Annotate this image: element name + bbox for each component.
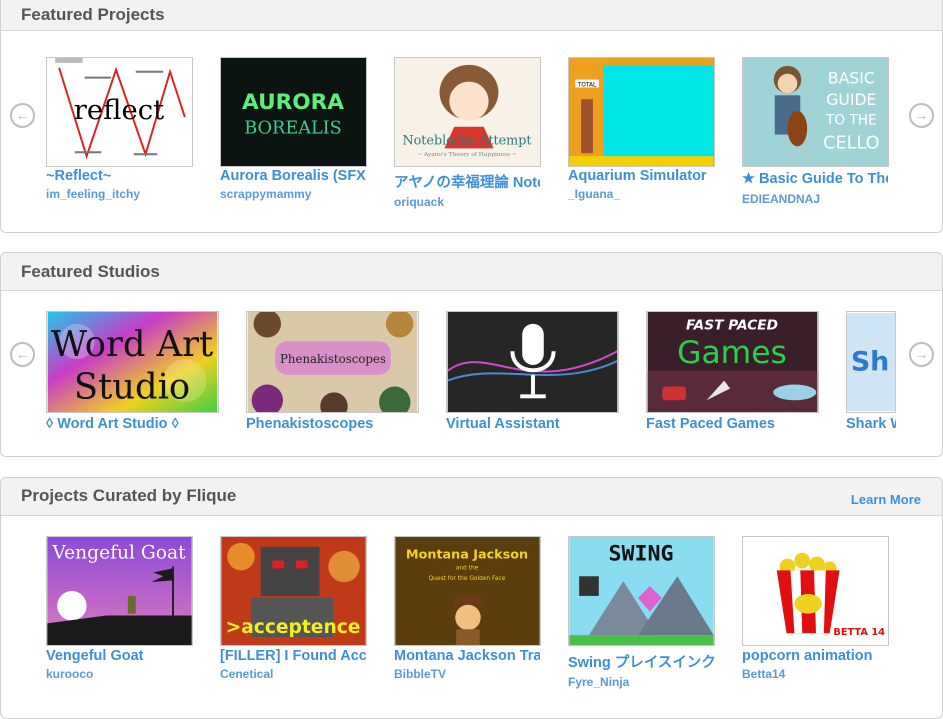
thumb-text: SWING bbox=[609, 542, 674, 567]
studio-title[interactable]: Fast Paced Games bbox=[646, 416, 775, 432]
thumb-text: BETTA 14 bbox=[833, 627, 885, 638]
project-thumbnail[interactable]: BASIC GUIDE TO THE CELLO bbox=[742, 57, 889, 167]
project-title[interactable]: アヤノの幸福理論 Note bbox=[394, 171, 540, 192]
learn-more-link[interactable]: Learn More bbox=[851, 492, 921, 507]
project-thumbnail[interactable]: Montana Jackson and the Quest for the Go… bbox=[394, 536, 541, 646]
project-title[interactable]: ~Reflect~ bbox=[46, 168, 193, 184]
thumb-text: >acceptence bbox=[226, 617, 361, 638]
thumb-text: reflect bbox=[74, 94, 164, 126]
project-author[interactable]: Betta14 bbox=[742, 667, 785, 681]
project-title[interactable]: Vengeful Goat bbox=[46, 648, 193, 664]
project-title[interactable]: popcorn animation bbox=[742, 648, 889, 664]
thumb-text: Montana Jackson bbox=[406, 548, 528, 563]
project-author[interactable]: BibbleTV bbox=[394, 667, 446, 681]
thumb-text: TOTAL bbox=[577, 82, 597, 88]
studio-title[interactable]: ◊ Word Art Studio ◊ bbox=[46, 416, 179, 432]
project-author[interactable]: im_feeling_itchy bbox=[46, 187, 140, 201]
thumb-text: and the bbox=[456, 565, 479, 571]
featured-projects-title: Featured Projects bbox=[21, 5, 165, 24]
thumb-text: BOREALIS bbox=[244, 119, 342, 139]
thumb-text: Word Art bbox=[51, 324, 213, 365]
thumb-text: Vengeful Goat bbox=[51, 543, 186, 564]
thumb-text: Sh bbox=[851, 347, 890, 378]
thumb-text: TO THE bbox=[825, 113, 877, 129]
thumb-text: Games bbox=[677, 335, 787, 371]
studio-thumbnail[interactable]: Phenakistoscopes bbox=[246, 311, 419, 413]
featured-projects-header: Featured Projects bbox=[1, 0, 942, 31]
project-thumbnail[interactable]: TOTAL bbox=[568, 57, 715, 167]
thumb-text: Studio bbox=[74, 366, 190, 407]
project-thumbnail[interactable]: AURORA BOREALIS bbox=[220, 57, 367, 167]
project-thumbnail[interactable]: SWING bbox=[568, 536, 715, 646]
featured-projects-box: Featured Projects ← → reflect ~Reflect~ … bbox=[0, 0, 943, 233]
thumb-text: CELLO bbox=[823, 133, 879, 153]
studio-thumbnail[interactable]: Sh bbox=[846, 311, 896, 413]
project-thumbnail[interactable]: reflect bbox=[46, 57, 193, 167]
featured-studios-title: Featured Studios bbox=[21, 262, 160, 281]
thumb-text: ~ Ayano's Theory of Happiness ~ bbox=[417, 152, 517, 158]
curated-header: Projects Curated by Flique Learn More bbox=[1, 478, 942, 516]
project-thumbnail[interactable]: >acceptence bbox=[220, 536, 367, 646]
project-author[interactable]: Cenetical bbox=[220, 667, 273, 681]
project-title[interactable]: Montana Jackson Tra bbox=[394, 648, 540, 664]
curated-title: Projects Curated by Flique bbox=[21, 486, 237, 505]
project-author[interactable]: Fyre_Ninja bbox=[568, 675, 629, 689]
prev-arrow-icon[interactable]: ← bbox=[10, 103, 35, 128]
curated-box: Projects Curated by Flique Learn More Ve… bbox=[0, 477, 943, 719]
thumb-text: BASIC bbox=[828, 69, 875, 88]
project-thumbnail[interactable]: BETTA 14 bbox=[742, 536, 889, 646]
studio-thumbnail[interactable]: Word Art Studio bbox=[46, 311, 219, 413]
next-arrow-icon[interactable]: → bbox=[909, 342, 934, 367]
project-author[interactable]: kurooco bbox=[46, 667, 93, 681]
thumb-text: AURORA bbox=[242, 90, 344, 115]
thumb-text: GUIDE bbox=[826, 90, 876, 109]
thumb-text: Quest for the Golden Face bbox=[429, 576, 506, 582]
studio-title[interactable]: Shark W bbox=[846, 416, 896, 432]
project-thumbnail[interactable]: Noteblocks Attempt ~ Ayano's Theory of H… bbox=[394, 57, 541, 167]
project-author[interactable]: EDIEANDNAJ bbox=[742, 192, 820, 206]
project-title[interactable]: ★ Basic Guide To The bbox=[742, 171, 888, 187]
project-title[interactable]: Swing プレイスインク bbox=[568, 651, 715, 672]
studio-title[interactable]: Virtual Assistant bbox=[446, 416, 560, 432]
featured-studios-header: Featured Studios bbox=[1, 253, 942, 291]
next-arrow-icon[interactable]: → bbox=[909, 103, 934, 128]
featured-studios-box: Featured Studios ← → Word Art Studio ◊ W… bbox=[0, 252, 943, 457]
prev-arrow-icon[interactable]: ← bbox=[10, 342, 35, 367]
project-title[interactable]: Aurora Borealis (SFX bbox=[220, 168, 366, 184]
project-author[interactable]: scrappymammy bbox=[220, 187, 311, 201]
microphone-icon bbox=[522, 323, 544, 365]
project-title[interactable]: Aquarium Simulator bbox=[568, 168, 715, 184]
project-author[interactable]: oriquack bbox=[394, 195, 444, 209]
project-author[interactable]: _Iguana_ bbox=[568, 187, 620, 201]
project-title[interactable]: [FILLER] I Found Acc bbox=[220, 648, 366, 664]
project-thumbnail[interactable]: Vengeful Goat bbox=[46, 536, 193, 646]
thumb-text: FAST PACED bbox=[686, 318, 778, 334]
studio-thumbnail[interactable]: FAST PACED Games bbox=[646, 311, 819, 413]
studio-title[interactable]: Phenakistoscopes bbox=[246, 416, 373, 432]
thumb-text: Noteblocks Attempt bbox=[402, 133, 532, 148]
thumb-text: Phenakistoscopes bbox=[280, 352, 386, 366]
studio-thumbnail[interactable] bbox=[446, 311, 619, 413]
